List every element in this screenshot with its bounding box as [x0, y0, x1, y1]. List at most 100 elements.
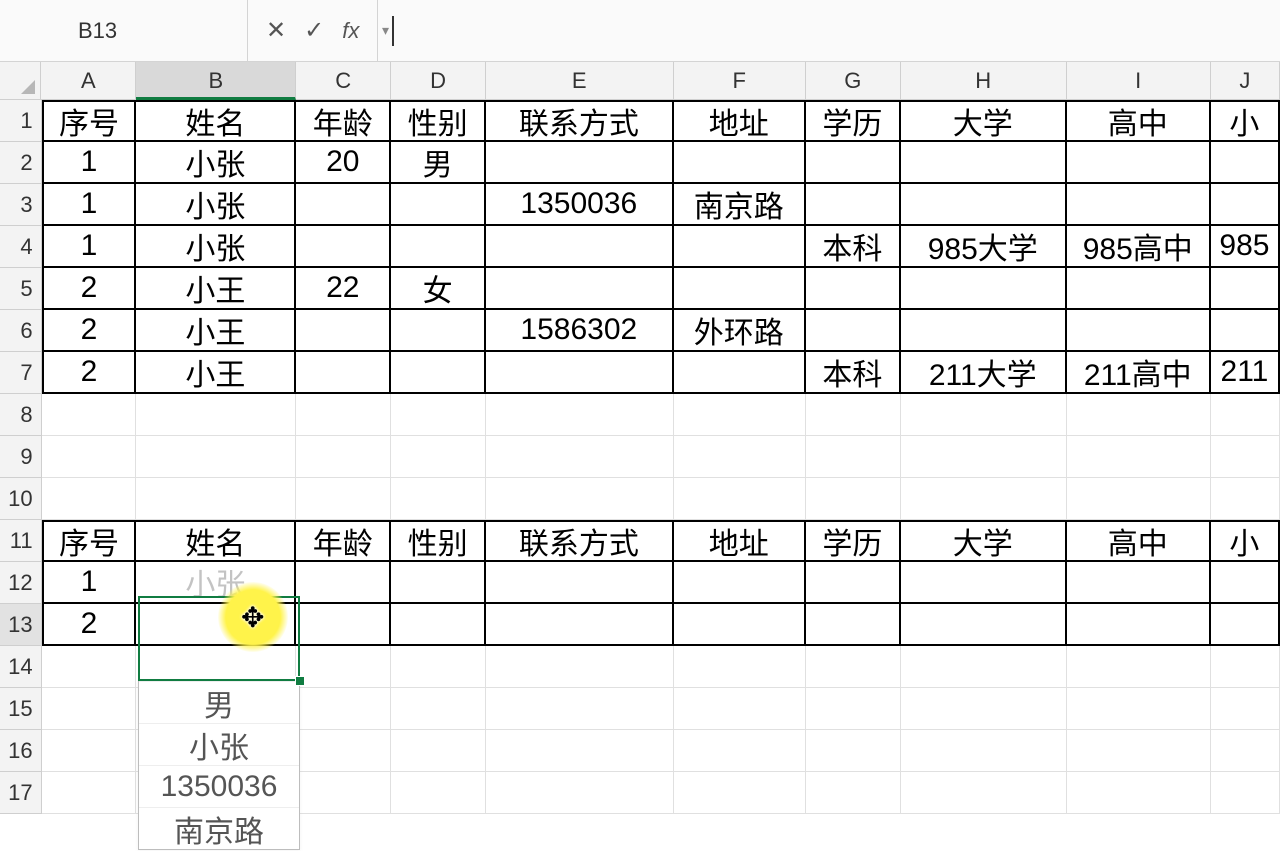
cell[interactable] — [42, 394, 137, 436]
cell[interactable] — [1211, 730, 1280, 772]
cell[interactable] — [391, 730, 486, 772]
row-header[interactable]: 6 — [0, 310, 42, 352]
cell[interactable]: 姓名 — [136, 520, 296, 562]
cell[interactable]: 学历 — [806, 520, 901, 562]
formula-input[interactable] — [378, 0, 1280, 61]
cell[interactable] — [486, 604, 674, 646]
cell[interactable] — [901, 436, 1067, 478]
cell[interactable] — [901, 184, 1067, 226]
cell[interactable] — [296, 688, 391, 730]
cell[interactable] — [1211, 604, 1280, 646]
cell[interactable] — [136, 478, 296, 520]
cell[interactable] — [674, 394, 806, 436]
cell[interactable] — [296, 730, 391, 772]
cell[interactable] — [806, 478, 901, 520]
column-header-D[interactable]: D — [391, 62, 486, 100]
cell[interactable] — [486, 436, 674, 478]
cell[interactable] — [1067, 142, 1211, 184]
cell[interactable] — [674, 268, 806, 310]
cell[interactable]: 2 — [42, 352, 137, 394]
cell[interactable] — [901, 394, 1067, 436]
cell[interactable]: 985 — [1211, 226, 1280, 268]
cell[interactable] — [674, 730, 806, 772]
row-header[interactable]: 4 — [0, 226, 42, 268]
cell[interactable] — [42, 478, 137, 520]
cell[interactable] — [806, 646, 901, 688]
cell[interactable] — [806, 562, 901, 604]
cell[interactable]: 小王 — [136, 268, 296, 310]
cell[interactable]: 1 — [42, 184, 137, 226]
cell[interactable] — [1067, 646, 1211, 688]
name-box[interactable] — [78, 18, 366, 44]
column-header-E[interactable]: E — [486, 62, 674, 100]
cell[interactable] — [901, 310, 1067, 352]
cell[interactable]: 南京路 — [674, 184, 806, 226]
row-header[interactable]: 7 — [0, 352, 42, 394]
cell[interactable]: 211高中 — [1067, 352, 1211, 394]
cell[interactable] — [806, 436, 901, 478]
cell[interactable] — [486, 352, 674, 394]
row-header[interactable]: 10 — [0, 478, 42, 520]
cell[interactable]: 大学 — [901, 100, 1067, 142]
cell[interactable] — [1067, 436, 1211, 478]
cell[interactable]: 外环路 — [674, 310, 806, 352]
cell[interactable] — [391, 184, 486, 226]
cell[interactable] — [901, 688, 1067, 730]
cell[interactable]: 985高中 — [1067, 226, 1211, 268]
cell[interactable]: 小张 — [136, 562, 296, 604]
cell[interactable]: 小 — [1211, 100, 1280, 142]
cell[interactable]: 1586302 — [486, 310, 674, 352]
cell[interactable] — [1067, 604, 1211, 646]
row-header[interactable]: 15 — [0, 688, 42, 730]
cell[interactable]: 年龄 — [296, 100, 391, 142]
cell[interactable] — [901, 268, 1067, 310]
cell[interactable] — [296, 184, 391, 226]
cell[interactable]: 联系方式 — [486, 100, 674, 142]
cell[interactable]: 性别 — [391, 100, 486, 142]
column-header-G[interactable]: G — [806, 62, 901, 100]
cell[interactable] — [674, 688, 806, 730]
cell[interactable]: 1 — [42, 142, 137, 184]
cell[interactable] — [901, 772, 1067, 814]
spreadsheet-grid[interactable]: ABCDEFGHIJ 1序号姓名年龄性别联系方式地址学历大学高中小21小张20男… — [0, 62, 1280, 814]
cell[interactable] — [1211, 772, 1280, 814]
cell[interactable] — [1211, 688, 1280, 730]
row-header[interactable]: 13 — [0, 604, 42, 646]
cell[interactable] — [136, 394, 296, 436]
cell[interactable]: 211大学 — [901, 352, 1067, 394]
cell[interactable]: 本科 — [806, 352, 901, 394]
cell[interactable] — [901, 730, 1067, 772]
cell[interactable]: 小张 — [136, 142, 296, 184]
cell[interactable] — [296, 436, 391, 478]
cell[interactable] — [1067, 772, 1211, 814]
cell[interactable]: 小王 — [136, 310, 296, 352]
cell[interactable] — [806, 394, 901, 436]
cell[interactable] — [486, 730, 674, 772]
cell[interactable]: 22 — [296, 268, 391, 310]
cell[interactable]: 1 — [42, 226, 137, 268]
cell[interactable]: 211 — [1211, 352, 1280, 394]
cell[interactable] — [391, 226, 486, 268]
row-header[interactable]: 8 — [0, 394, 42, 436]
cell[interactable] — [1067, 394, 1211, 436]
cell[interactable] — [391, 562, 486, 604]
cell[interactable]: 2 — [42, 310, 137, 352]
cell[interactable]: 序号 — [42, 520, 137, 562]
cell[interactable] — [674, 478, 806, 520]
cell[interactable] — [1211, 436, 1280, 478]
cell[interactable] — [486, 142, 674, 184]
cell[interactable] — [42, 436, 137, 478]
column-header-F[interactable]: F — [674, 62, 806, 100]
cell[interactable]: 985大学 — [901, 226, 1067, 268]
column-header-C[interactable]: C — [296, 62, 391, 100]
cell[interactable]: 小张 — [136, 226, 296, 268]
cell[interactable] — [296, 352, 391, 394]
cell[interactable] — [1067, 184, 1211, 226]
chevron-down-icon[interactable]: ▾ — [366, 22, 405, 39]
cell[interactable] — [296, 310, 391, 352]
cell[interactable] — [136, 604, 296, 646]
cell[interactable]: 高中 — [1067, 100, 1211, 142]
cell[interactable]: 20 — [296, 142, 391, 184]
cell[interactable] — [42, 688, 137, 730]
row-header[interactable]: 11 — [0, 520, 42, 562]
